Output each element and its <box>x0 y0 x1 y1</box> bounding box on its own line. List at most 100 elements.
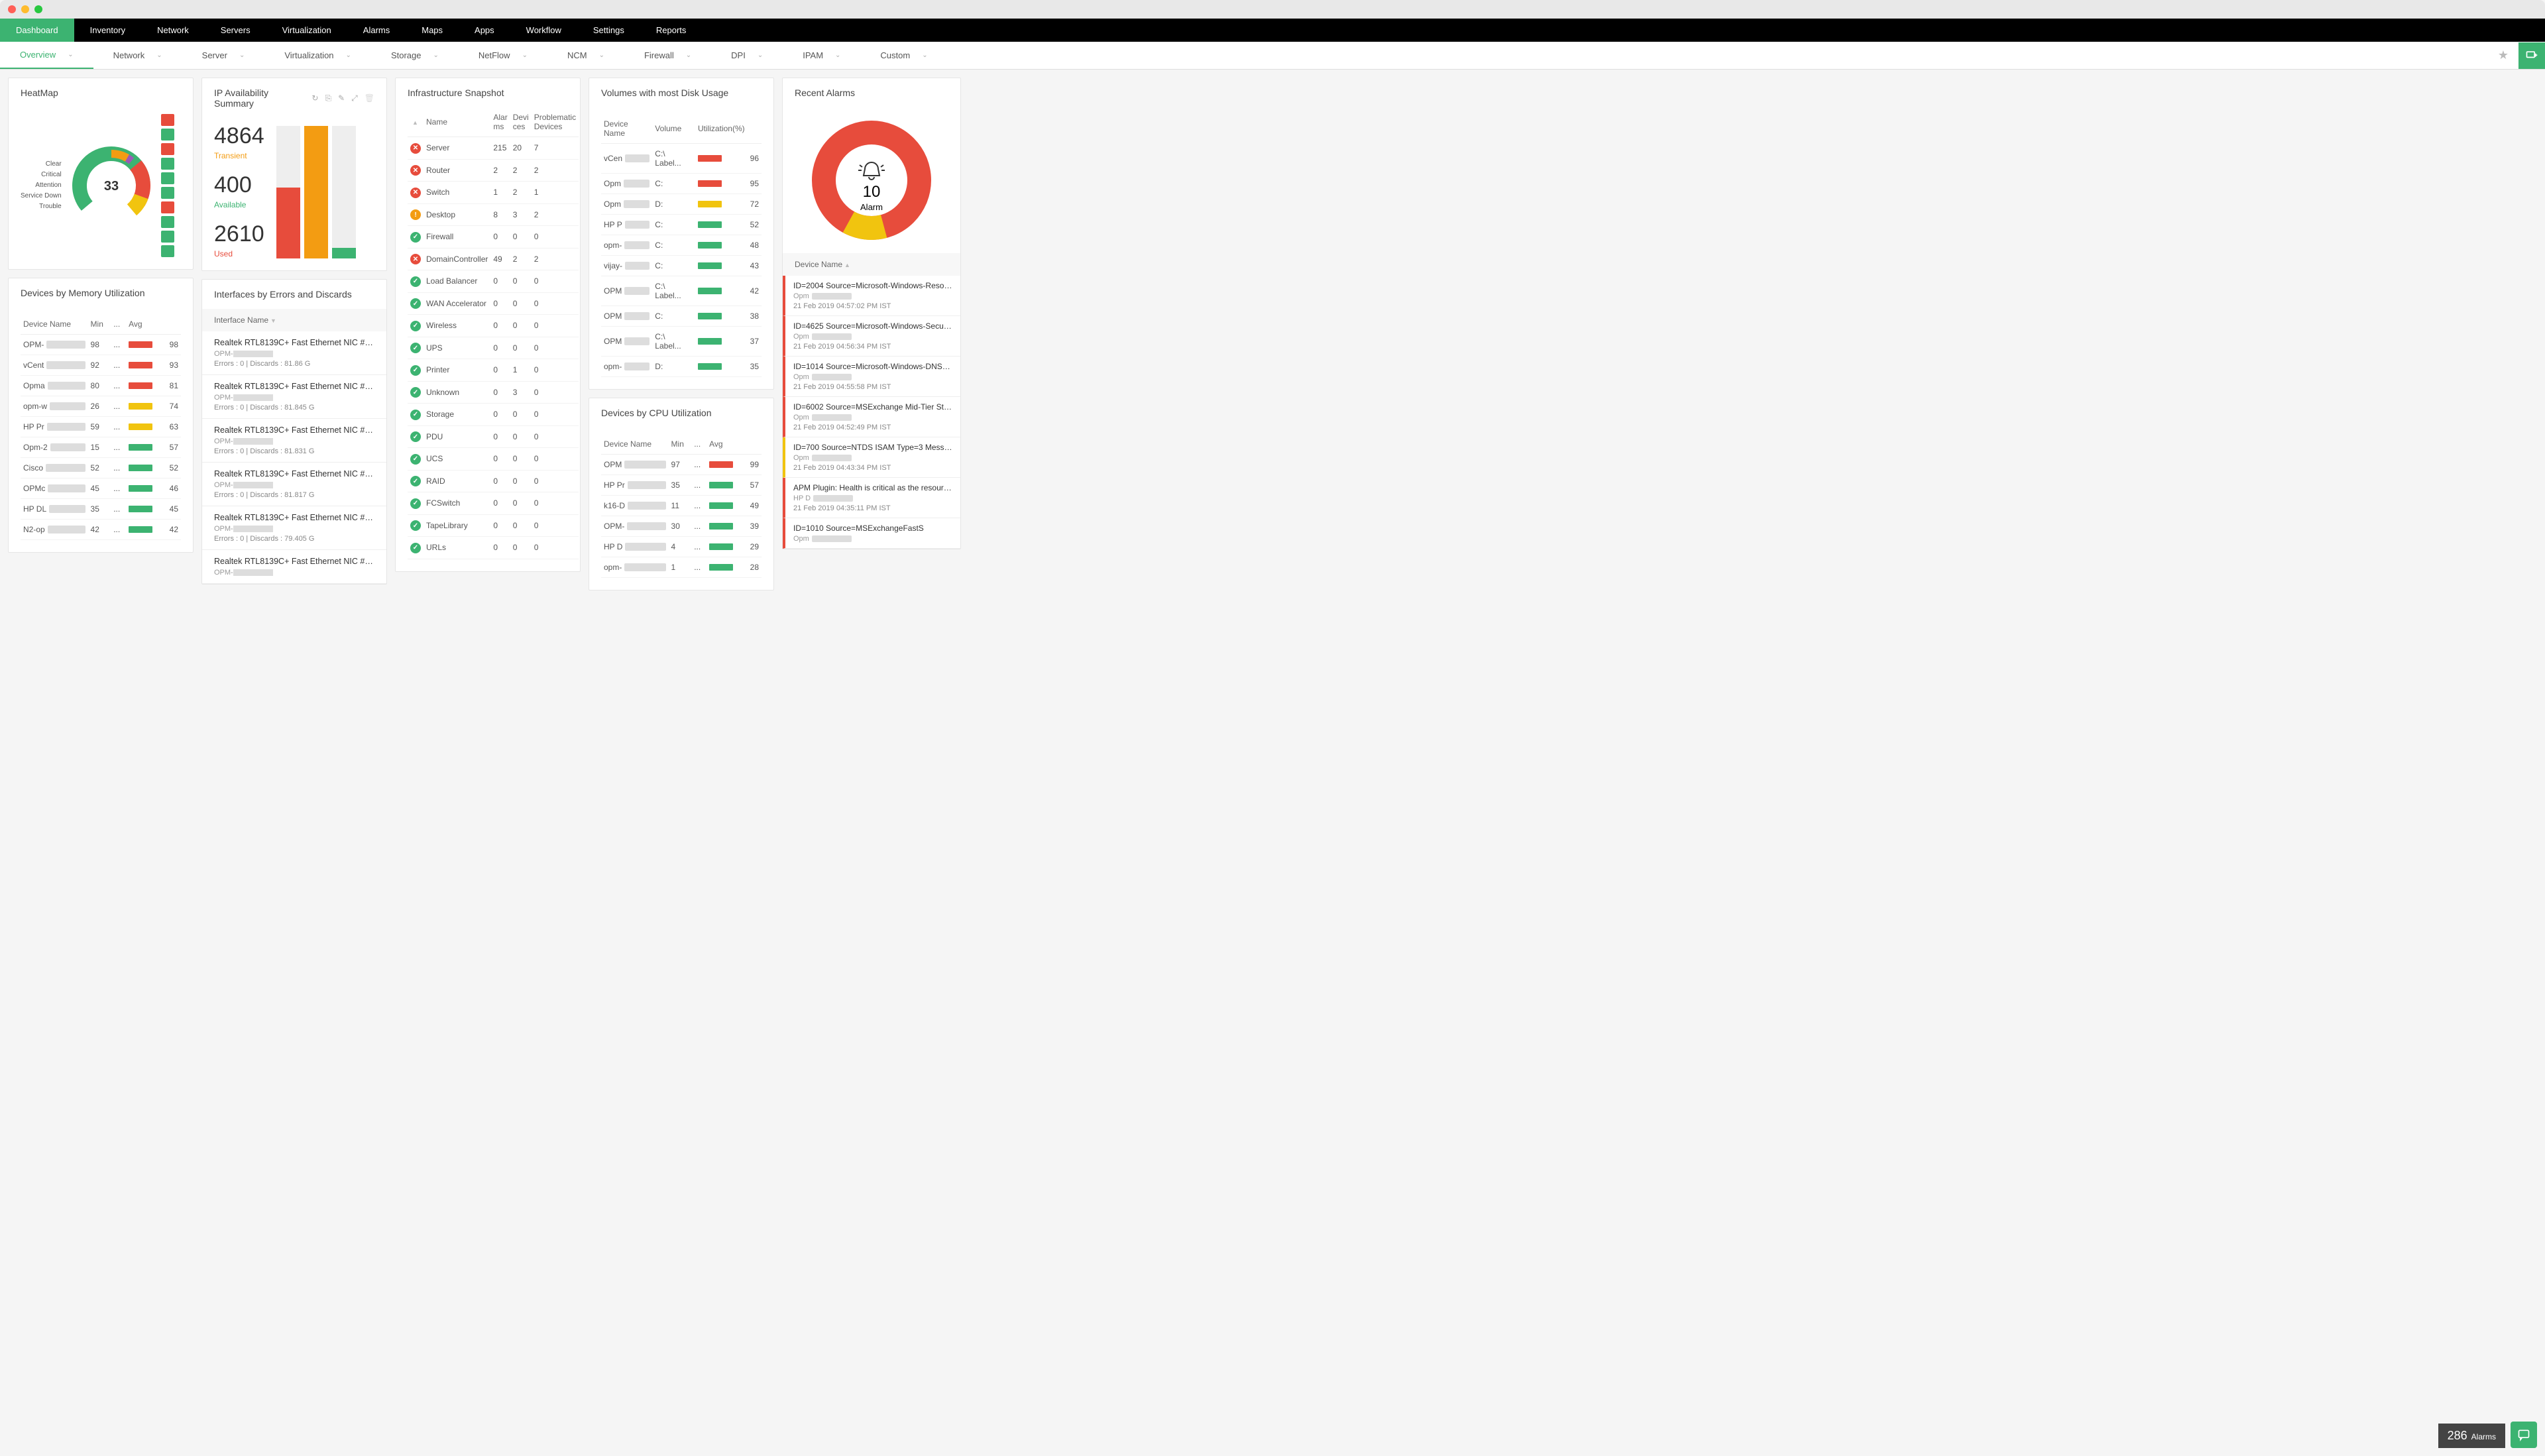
col-header[interactable]: Volume <box>652 114 695 144</box>
col-header[interactable]: ProblematicDevices <box>532 107 579 137</box>
interface-row[interactable]: Realtek RTL8139C+ Fast Ethernet NIC #3-E… <box>202 506 386 550</box>
table-row[interactable]: ✓RAID000 <box>408 470 579 492</box>
heatmap-block[interactable] <box>161 231 174 243</box>
nav-inventory[interactable]: Inventory <box>74 19 141 42</box>
table-row[interactable]: OPM97...99 <box>601 455 762 475</box>
table-row[interactable]: ✓UPS000 <box>408 337 579 359</box>
col-header[interactable]: Utilization(%) <box>695 114 748 144</box>
table-row[interactable]: OpmD:72 <box>601 194 762 215</box>
ip-bar[interactable] <box>332 126 356 258</box>
table-row[interactable]: ✓TapeLibrary000 <box>408 514 579 537</box>
nav-reports[interactable]: Reports <box>640 19 703 42</box>
table-row[interactable]: vCenC:\ Label...96 <box>601 144 762 174</box>
table-row[interactable]: ✓UCS000 <box>408 448 579 471</box>
nav-maps[interactable]: Maps <box>406 19 459 42</box>
table-row[interactable]: ✕DomainController4922 <box>408 248 579 270</box>
close-window-dot[interactable] <box>8 5 16 13</box>
ip-bar-chart[interactable] <box>276 126 356 258</box>
col-header[interactable]: Device Name <box>601 434 669 455</box>
table-row[interactable]: opm-1...28 <box>601 557 762 578</box>
heatmap-block[interactable] <box>161 158 174 170</box>
subnav-custom[interactable]: Custom ⌄ <box>860 42 947 69</box>
alarm-row[interactable]: APM Plugin: Health is critical as the re… <box>783 478 960 518</box>
table-row[interactable]: ✕Server215207 <box>408 137 579 160</box>
table-row[interactable]: ✓FCSwitch000 <box>408 492 579 515</box>
subnav-virtualization[interactable]: Virtualization ⌄ <box>264 42 371 69</box>
table-row[interactable]: N2-op42...42 <box>21 520 181 540</box>
alarm-row[interactable]: ID=4625 Source=Microsoft-Windows-Securit… <box>783 316 960 357</box>
heatmap-block[interactable] <box>161 216 174 228</box>
subnav-netflow[interactable]: NetFlow ⌄ <box>459 42 547 69</box>
col-header[interactable]: Alarms <box>490 107 510 137</box>
maximize-window-dot[interactable] <box>34 5 42 13</box>
table-row[interactable]: OPMC:\ Label...42 <box>601 276 762 306</box>
ip-bar[interactable] <box>276 126 300 258</box>
alarm-row[interactable]: ID=1014 Source=Microsoft-Windows-DNS-Cli… <box>783 357 960 397</box>
export-icon[interactable]: ⎘ <box>325 93 331 103</box>
table-row[interactable]: !Desktop832 <box>408 203 579 226</box>
table-row[interactable]: HP Pr35...57 <box>601 475 762 496</box>
table-row[interactable]: ✓Storage000 <box>408 404 579 426</box>
table-row[interactable]: OPMC:38 <box>601 306 762 327</box>
heatmap-block[interactable] <box>161 114 174 126</box>
table-row[interactable]: ✓Wireless000 <box>408 315 579 337</box>
col-header[interactable]: Devices <box>510 107 532 137</box>
nav-apps[interactable]: Apps <box>459 19 510 42</box>
subnav-storage[interactable]: Storage ⌄ <box>371 42 459 69</box>
heatmap-donut[interactable]: 33 <box>68 142 154 229</box>
subnav-server[interactable]: Server ⌄ <box>182 42 265 69</box>
subnav-overview[interactable]: Overview ⌄ <box>0 42 93 69</box>
table-row[interactable]: ✕Router222 <box>408 159 579 182</box>
nav-servers[interactable]: Servers <box>205 19 266 42</box>
col-header[interactable]: Device Name <box>601 114 652 144</box>
interface-row[interactable]: Realtek RTL8139C+ Fast Ethernet NIC #4-E… <box>202 550 386 584</box>
col-header[interactable]: Name <box>424 107 490 137</box>
table-row[interactable]: ✓Printer010 <box>408 359 579 382</box>
table-row[interactable]: ✓URLs000 <box>408 537 579 559</box>
table-row[interactable]: ✓Firewall000 <box>408 226 579 249</box>
table-row[interactable]: OpmC:95 <box>601 174 762 194</box>
subnav-firewall[interactable]: Firewall ⌄ <box>624 42 711 69</box>
interface-row[interactable]: Realtek RTL8139C+ Fast Ethernet NIC #3-N… <box>202 331 386 375</box>
table-row[interactable]: ✓WAN Accelerator000 <box>408 292 579 315</box>
table-row[interactable]: ✓Load Balancer000 <box>408 270 579 293</box>
expand-icon[interactable]: ⤢ <box>351 93 358 103</box>
col-header[interactable]: Avg <box>126 314 163 335</box>
col-header[interactable]: ... <box>691 434 707 455</box>
heatmap-block[interactable] <box>161 172 174 184</box>
nav-virtualization[interactable]: Virtualization <box>266 19 347 42</box>
interface-row[interactable]: Realtek RTL8139C+ Fast Ethernet NIC #3-N… <box>202 375 386 419</box>
refresh-icon[interactable]: ↻ <box>311 93 318 103</box>
table-row[interactable]: HP D4...29 <box>601 537 762 557</box>
heatmap-block[interactable] <box>161 187 174 199</box>
table-row[interactable]: HP PC:52 <box>601 215 762 235</box>
heatmap-block[interactable] <box>161 143 174 155</box>
nav-dashboard[interactable]: Dashboard <box>0 19 74 42</box>
chat-button[interactable] <box>2511 1422 2537 1448</box>
subnav-ipam[interactable]: IPAM ⌄ <box>783 42 860 69</box>
delete-icon[interactable]: 🗑 <box>365 93 374 103</box>
table-row[interactable]: OPM-98...98 <box>21 335 181 355</box>
alarm-row[interactable]: ID=2004 Source=Microsoft-Windows-Resourc… <box>783 276 960 316</box>
alarms-donut[interactable]: 10 Alarm <box>805 114 938 247</box>
edit-icon[interactable]: ✎ <box>338 93 345 103</box>
add-widget-button[interactable] <box>2518 42 2545 69</box>
alarm-row[interactable]: ID=700 Source=NTDS ISAM Type=3 Message=N… <box>783 437 960 478</box>
col-header[interactable]: ▲ <box>408 107 424 137</box>
table-row[interactable]: vijay-C:43 <box>601 256 762 276</box>
subnav-dpi[interactable]: DPI ⌄ <box>711 42 783 69</box>
table-row[interactable]: ✓PDU000 <box>408 425 579 448</box>
alarm-row[interactable]: ID=6002 Source=MSExchange Mid-Tier Stora… <box>783 397 960 437</box>
table-row[interactable]: HP Pr59...63 <box>21 417 181 437</box>
subnav-ncm[interactable]: NCM ⌄ <box>547 42 624 69</box>
table-row[interactable]: HP DL35...45 <box>21 499 181 520</box>
col-header[interactable]: Device Name <box>21 314 88 335</box>
table-row[interactable]: opm-C:48 <box>601 235 762 256</box>
table-row[interactable]: OPM-30...39 <box>601 516 762 537</box>
list-header[interactable]: Interface Name▼ <box>202 309 386 331</box>
interface-row[interactable]: Realtek RTL8139C+ Fast Ethernet NIC #3-W… <box>202 463 386 506</box>
subnav-network[interactable]: Network ⌄ <box>93 42 182 69</box>
col-header[interactable]: Min <box>669 434 692 455</box>
ip-bar[interactable] <box>304 126 328 258</box>
nav-network[interactable]: Network <box>141 19 205 42</box>
